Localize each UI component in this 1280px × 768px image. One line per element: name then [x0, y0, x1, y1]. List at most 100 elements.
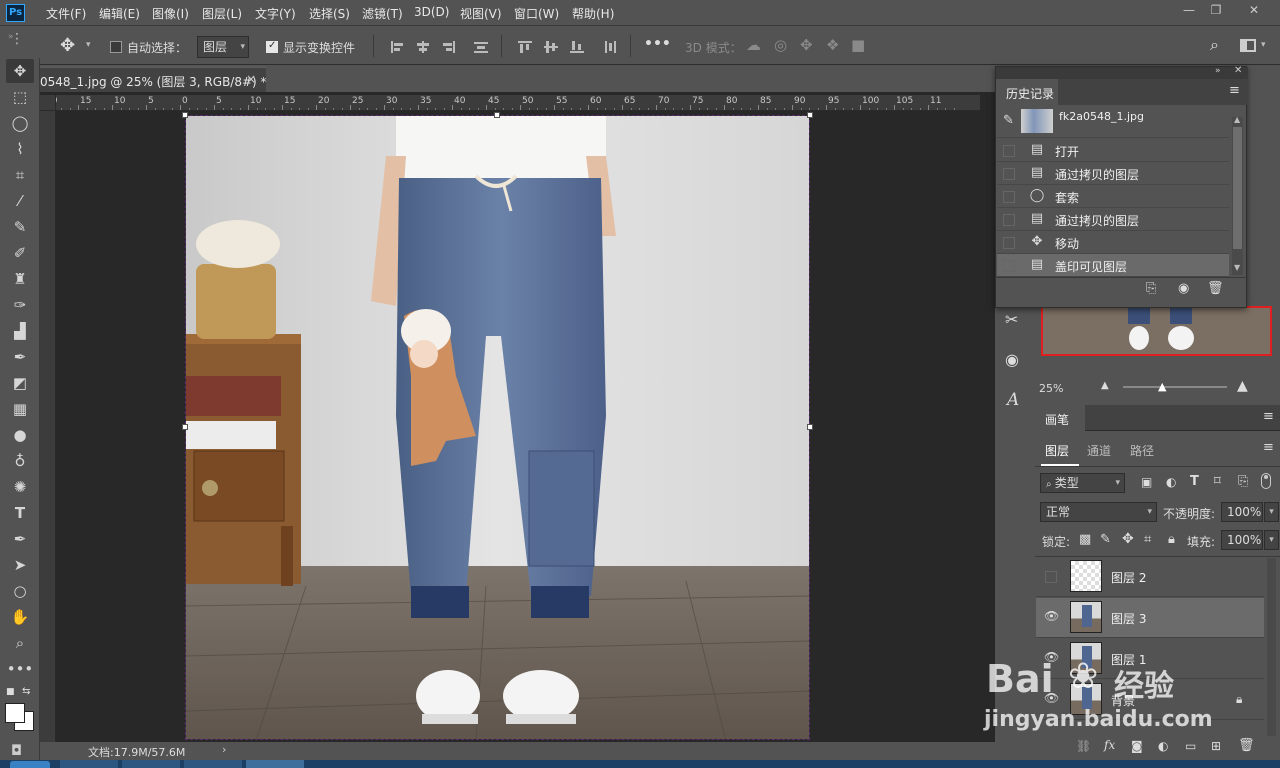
3d-orbit-icon[interactable]: ☁ [746, 36, 761, 54]
filter-type-icon[interactable]: T [1190, 474, 1199, 489]
auto-select-checkbox[interactable] [110, 41, 122, 53]
clone-stamp-tool-icon[interactable]: ♜ [6, 267, 34, 291]
swap-colors-icon[interactable]: ⇆ [22, 686, 30, 697]
minimize-button[interactable]: — [1178, 2, 1200, 18]
3d-slide-icon[interactable]: ❖ [826, 36, 839, 54]
zoom-slider[interactable] [1123, 386, 1227, 388]
taskbar-item[interactable] [60, 760, 118, 768]
document-size-status[interactable]: 文档:17.9M/57.6M [88, 744, 185, 760]
transform-handle[interactable] [807, 424, 813, 430]
transform-handle[interactable] [494, 112, 500, 118]
panel-menu-icon[interactable]: ≡ [1263, 409, 1274, 424]
menu-image[interactable]: 图像(I) [152, 5, 189, 22]
crop-tool-icon[interactable]: ⌗ [6, 163, 34, 187]
tool-presets-icon[interactable]: ✂ [1005, 310, 1018, 329]
menu-edit[interactable]: 编辑(E) [99, 5, 140, 22]
3d-pan-icon[interactable]: ✥ [800, 36, 813, 54]
history-state-checkbox[interactable] [1003, 237, 1015, 249]
history-snapshot[interactable]: ✎ fk2a0548_1.jpg [997, 106, 1229, 138]
chevron-down-icon[interactable]: ▾ [1261, 40, 1266, 50]
opacity-input[interactable]: 100% [1221, 502, 1263, 522]
eye-icon[interactable]: 👁︎ [1044, 609, 1060, 623]
align-vertical-center-icon[interactable] [544, 41, 558, 53]
history-state-checkbox[interactable] [1003, 260, 1015, 272]
libraries-icon[interactable]: ◉ [1005, 350, 1019, 369]
quick-selection-tool-icon[interactable]: ⌇ [6, 137, 34, 161]
history-step[interactable]: ▤ 通过拷贝的图层 [997, 208, 1229, 231]
glyphs-icon[interactable]: A [1007, 390, 1019, 410]
align-right-icon[interactable] [441, 41, 455, 53]
taskbar-item-active[interactable] [246, 760, 304, 768]
layer-row[interactable]: 图层 2 [1036, 557, 1264, 597]
menu-view[interactable]: 视图(V) [460, 5, 502, 22]
filter-adjustment-icon[interactable]: ◐ [1166, 475, 1176, 489]
filter-toggle-switch[interactable] [1261, 473, 1271, 489]
more-tools-icon[interactable]: ••• [6, 657, 34, 681]
filter-smart-object-icon[interactable]: ⎘ [1238, 474, 1248, 489]
history-state-checkbox[interactable] [1003, 191, 1015, 203]
panel-menu-icon[interactable]: ≡ [1263, 440, 1274, 455]
layer-name[interactable]: 图层 2 [1111, 569, 1146, 586]
scroll-up-icon[interactable]: ▲ [1234, 115, 1240, 124]
zoom-slider-thumb[interactable]: ▲ [1158, 380, 1166, 393]
menu-filter[interactable]: 滤镜(T) [362, 5, 403, 22]
navigator-thumbnail[interactable] [1041, 306, 1272, 356]
type-tool-icon[interactable]: T [6, 501, 34, 525]
show-transform-checkbox[interactable] [266, 40, 278, 53]
panel-menu-icon[interactable]: ≡ [1229, 83, 1240, 98]
history-state-checkbox[interactable] [1003, 214, 1015, 226]
3d-camera-icon[interactable]: ■ [851, 36, 865, 54]
chevron-down-icon[interactable]: ▾ [86, 40, 91, 50]
history-step-current[interactable]: ▤ 盖印可见图层 [997, 254, 1229, 277]
status-menu-arrow-icon[interactable]: › [222, 743, 226, 756]
move-tool-icon[interactable]: ✥ [6, 59, 34, 83]
delete-state-icon[interactable]: 🗑︎ [1207, 281, 1224, 296]
new-document-from-state-icon[interactable]: ⎘ [1146, 281, 1156, 296]
tab-layers[interactable]: 图层 [1045, 442, 1069, 459]
distribute-icon[interactable] [474, 41, 488, 53]
history-brush-tool-icon[interactable]: ✑ [6, 293, 34, 317]
hand-tool-icon[interactable]: ✋ [6, 605, 34, 629]
zoom-in-icon[interactable]: ▲ [1237, 378, 1248, 394]
tab-history[interactable]: 历史记录 [1006, 85, 1054, 102]
filter-shape-icon[interactable]: ⌑ [1214, 474, 1221, 489]
ellipse-tool-icon[interactable]: ○ [6, 579, 34, 603]
menu-type[interactable]: 文字(Y) [255, 5, 296, 22]
tab-brush[interactable]: 画笔 [1045, 411, 1069, 428]
move-tool-preset-icon[interactable]: ✥ [60, 35, 75, 56]
canvas-image[interactable] [185, 115, 810, 740]
3d-roll-icon[interactable]: ◎ [774, 36, 787, 54]
start-button[interactable] [10, 761, 50, 768]
eraser-tool-icon[interactable]: ◩ [6, 371, 34, 395]
align-left-icon[interactable] [391, 41, 405, 53]
align-bottom-icon[interactable] [570, 41, 584, 53]
default-colors-icon[interactable]: ■ [6, 687, 15, 697]
scroll-down-icon[interactable]: ▼ [1234, 263, 1240, 272]
tab-channels[interactable]: 通道 [1087, 442, 1111, 459]
blend-mode-select[interactable]: 正常 ▾ [1040, 502, 1157, 522]
close-icon[interactable]: × [246, 72, 256, 86]
opacity-dropdown-icon[interactable]: ▾ [1264, 502, 1279, 522]
pen-tool-icon[interactable]: ✒ [6, 527, 34, 551]
history-step[interactable]: ◯ 套索 [997, 185, 1229, 208]
menu-select[interactable]: 选择(S) [309, 5, 350, 22]
gradient-tool-icon[interactable]: ▦ [6, 397, 34, 421]
lock-transparent-pixels-icon[interactable]: ▩ [1079, 532, 1091, 547]
layer-filter-select[interactable]: ⌕ 类型 ▾ [1040, 473, 1125, 493]
filter-pixel-icon[interactable]: ▣ [1141, 475, 1152, 489]
sponge-tool-icon[interactable]: ✺ [6, 475, 34, 499]
more-options-button[interactable]: ••• [644, 36, 671, 52]
history-state-checkbox[interactable] [1003, 145, 1015, 157]
restore-button[interactable]: ❐ [1205, 2, 1227, 18]
lock-position-icon[interactable]: ✥ [1122, 531, 1134, 547]
collapse-panel-icon[interactable]: » [1215, 66, 1221, 76]
menu-layer[interactable]: 图层(L) [202, 5, 242, 22]
visibility-toggle-off[interactable] [1045, 571, 1057, 583]
navigator-zoom-value[interactable]: 25% [1039, 382, 1063, 395]
menu-file[interactable]: 文件(F) [46, 5, 86, 22]
history-state-checkbox[interactable] [1003, 168, 1015, 180]
distribute-vertical-icon[interactable] [604, 41, 618, 53]
close-window-button[interactable]: ✕ [1243, 2, 1265, 18]
close-panel-icon[interactable]: ✕ [1234, 65, 1242, 76]
tab-paths[interactable]: 路径 [1130, 442, 1154, 459]
